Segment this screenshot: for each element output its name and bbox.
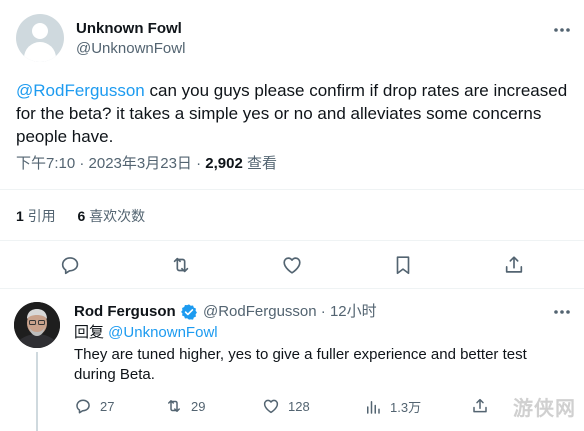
reply-share-button[interactable] — [471, 397, 489, 415]
meta-separator: · — [316, 303, 330, 320]
reply-author-display-name[interactable]: Rod Ferguson — [74, 302, 176, 322]
share-icon[interactable] — [503, 254, 525, 276]
reply-text: They are tuned higher, yes to give a ful… — [74, 346, 527, 383]
more-options-icon[interactable] — [552, 20, 572, 45]
views-label: 查看 — [242, 155, 277, 172]
heart-icon[interactable] — [281, 254, 303, 276]
views-count: 1.3万 — [390, 400, 422, 415]
thread-line — [36, 352, 38, 431]
divider — [0, 288, 584, 289]
watermark-logo: 游侠网 — [513, 398, 576, 420]
quotes-label: 引用 — [23, 208, 56, 224]
reply-more-options-icon[interactable] — [552, 302, 572, 327]
reply-count: 27 — [100, 398, 115, 414]
reply-author-handle[interactable]: @RodFergusson — [203, 303, 317, 320]
mention-link[interactable]: @RodFergusson — [16, 81, 145, 100]
views-count: 2,902 — [205, 155, 243, 172]
verified-badge-icon — [180, 303, 198, 321]
reply-retweet-button[interactable]: 29 — [165, 397, 205, 415]
retweet-icon — [165, 397, 183, 415]
reply-icon[interactable] — [59, 254, 81, 276]
likes-stat[interactable]: 6 喜欢次数 — [77, 208, 145, 224]
quotes-stat[interactable]: 1 引用 — [16, 208, 56, 224]
avatar-head-shape — [32, 23, 48, 39]
bookmark-icon[interactable] — [392, 254, 414, 276]
author-display-name[interactable]: Unknown Fowl — [76, 19, 182, 39]
reply-views-button[interactable]: 1.3万 — [364, 397, 421, 416]
retweet-icon[interactable] — [170, 254, 192, 276]
divider — [0, 240, 584, 241]
retweet-count: 29 — [191, 398, 206, 414]
reply-icon — [74, 397, 92, 415]
analytics-icon — [364, 398, 382, 416]
tweet-text: @RodFergusson can you guys please confir… — [16, 79, 568, 148]
share-icon — [471, 397, 489, 415]
like-count: 128 — [288, 398, 310, 414]
reply-like-button[interactable]: 128 — [262, 397, 310, 415]
reply-reply-button[interactable]: 27 — [74, 397, 114, 415]
author-handle[interactable]: @UnknownFowl — [76, 39, 185, 59]
heart-icon — [262, 397, 280, 415]
replying-to-handle[interactable]: @UnknownFowl — [108, 324, 217, 341]
likes-label: 喜欢次数 — [85, 208, 146, 224]
tweet-timestamp[interactable]: 下午7:10 · 2023年3月23日 · — [16, 155, 205, 172]
tweet-stats: 1 引用 6 喜欢次数 — [16, 206, 145, 226]
reply-avatar-photo — [14, 302, 60, 348]
divider — [0, 189, 584, 190]
reply-author-meta: @RodFergusson · 12小时 — [203, 302, 377, 322]
tweet-meta: 下午7:10 · 2023年3月23日 · 2,902 查看 — [16, 154, 277, 174]
reply-time-ago[interactable]: 12小时 — [330, 303, 377, 320]
reply-author-avatar[interactable] — [14, 302, 60, 348]
quotes-count: 1 — [16, 208, 24, 224]
avatar-body-shape — [24, 42, 56, 62]
replying-to-label: 回复 — [74, 324, 109, 341]
author-avatar[interactable] — [16, 14, 64, 62]
replying-to: 回复 @UnknownFowl — [74, 323, 218, 343]
